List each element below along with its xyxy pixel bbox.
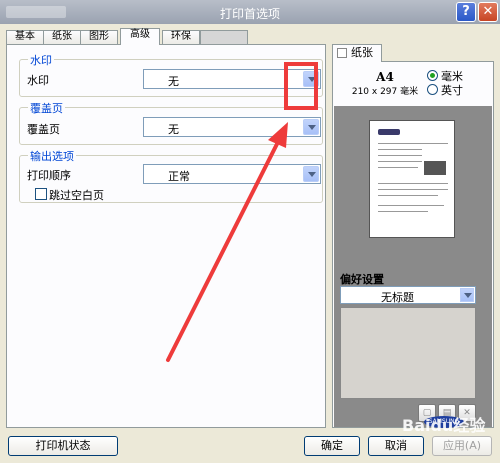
- window-title: 打印首选项: [219, 7, 280, 21]
- output-options-group-label: 输出选项: [28, 148, 76, 164]
- highlight-box: [284, 62, 318, 110]
- tab-preview-paper[interactable]: 纸张: [332, 44, 382, 62]
- page-icon: [337, 48, 347, 58]
- paper-name: A4: [376, 70, 394, 84]
- help-button[interactable]: ?: [456, 2, 476, 22]
- overlay-group-label: 覆盖页: [28, 100, 65, 116]
- page-preview: [334, 106, 492, 280]
- print-order-value: 正常: [168, 170, 190, 183]
- print-order-label: 打印顺序: [27, 169, 71, 182]
- paper-size-info: A4 210 x 297 毫米: [339, 70, 431, 97]
- image-placeholder-icon: [424, 161, 446, 175]
- overlay-select[interactable]: 无: [143, 117, 321, 137]
- samsung-logo-icon: [378, 129, 400, 135]
- chevron-down-icon[interactable]: [303, 166, 319, 182]
- preview-tab-label: 纸张: [351, 46, 373, 59]
- chevron-down-icon[interactable]: [460, 288, 474, 302]
- tab-graphics[interactable]: 图形: [80, 30, 118, 44]
- baidu-watermark: Baidu经验: [402, 416, 486, 435]
- overlay-value: 无: [168, 123, 179, 136]
- printer-status-button[interactable]: 打印机状态: [8, 436, 118, 456]
- preview-panel: A4 210 x 297 毫米 毫米 英寸 偏好设置 无标题 ▢ ▤ ✕: [332, 61, 494, 428]
- unit-inch-label[interactable]: 英寸: [441, 82, 463, 98]
- preferences-value: 无标题: [381, 291, 414, 304]
- watermark-label: 水印: [27, 74, 49, 87]
- chevron-down-icon[interactable]: [303, 119, 319, 135]
- advanced-panel: 水印 水印 无 覆盖页 覆盖页 无 输出选项 打印顺序 正常 跳过空白页: [6, 44, 326, 428]
- tab-paper[interactable]: 纸张: [43, 30, 81, 44]
- title-bar: 打印首选项 ? ✕: [0, 0, 500, 24]
- close-button[interactable]: ✕: [478, 2, 498, 22]
- ok-button[interactable]: 确定: [304, 436, 360, 456]
- preferences-title: 偏好设置: [340, 273, 384, 286]
- watermark-group-label: 水印: [28, 52, 54, 68]
- paper-thumbnail: [369, 120, 455, 238]
- skip-blank-checkbox[interactable]: [35, 188, 47, 200]
- overlay-label: 覆盖页: [27, 123, 60, 136]
- skip-blank-label[interactable]: 跳过空白页: [49, 187, 104, 203]
- preferences-area: 偏好设置 无标题 ▢ ▤ ✕: [334, 267, 492, 427]
- preferences-select[interactable]: 无标题: [340, 286, 476, 304]
- watermark-value: 无: [168, 75, 179, 88]
- tab-basic[interactable]: 基本: [6, 30, 44, 44]
- unit-inch-radio[interactable]: [427, 84, 438, 95]
- tab-blurred[interactable]: [200, 30, 248, 44]
- tab-advanced[interactable]: 高级: [120, 28, 160, 45]
- paper-dimensions: 210 x 297 毫米: [351, 87, 419, 97]
- print-order-select[interactable]: 正常: [143, 164, 321, 184]
- tab-eco[interactable]: 环保: [162, 30, 200, 44]
- preferences-list[interactable]: [340, 307, 476, 399]
- preview-pane: 纸张 A4 210 x 297 毫米 毫米 英寸 偏好设置 无标题 ▢ ▤ ✕ …: [332, 44, 494, 428]
- unit-mm-radio[interactable]: [427, 70, 438, 81]
